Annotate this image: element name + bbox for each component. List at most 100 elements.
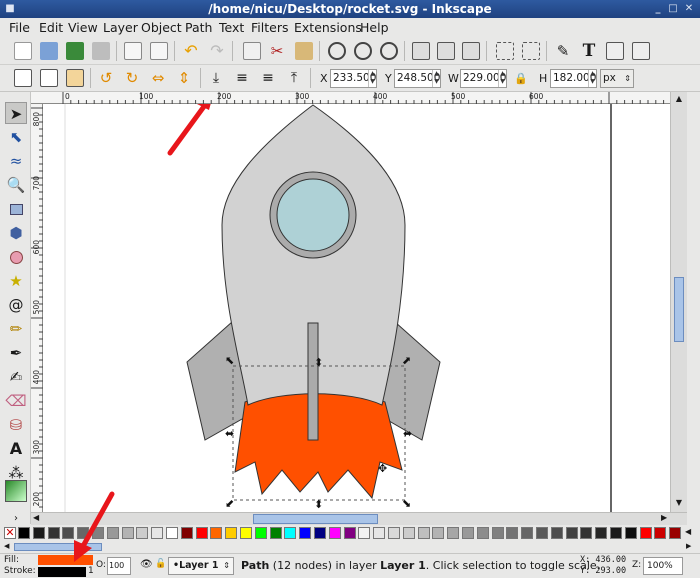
print-icon[interactable] xyxy=(92,42,110,60)
ellipse-icon[interactable] xyxy=(5,246,27,268)
vertical-scroll-thumb[interactable] xyxy=(674,277,684,342)
selector-icon[interactable]: ➤ xyxy=(5,102,27,124)
paste-icon[interactable] xyxy=(295,42,313,60)
calligraphy-icon[interactable]: ✍ xyxy=(5,366,27,388)
x-input[interactable]: 233.500 ▲ ▼ xyxy=(330,69,377,88)
menu-extensions[interactable]: Extensions xyxy=(294,20,362,35)
menu-edit[interactable]: Edit xyxy=(39,20,63,35)
maximize-icon[interactable]: □ xyxy=(667,3,679,15)
lock-proportions-icon[interactable]: 🔒 xyxy=(512,70,530,88)
new-document-icon[interactable] xyxy=(14,42,32,60)
palette-swatch[interactable] xyxy=(491,527,504,539)
zoom-drawing-icon[interactable] xyxy=(354,42,372,60)
copy-icon[interactable] xyxy=(243,42,261,60)
layer-select[interactable]: •Layer 1 ⇕ xyxy=(168,557,234,575)
palette-swatch[interactable] xyxy=(195,527,208,539)
h-input[interactable]: 182.000 ▲ ▼ xyxy=(550,69,597,88)
scroll-up-icon[interactable]: ▲ xyxy=(673,94,685,106)
palette-swatch[interactable] xyxy=(151,527,164,539)
xml-editor-icon[interactable] xyxy=(606,42,624,60)
unit-select[interactable]: px ⇕ xyxy=(600,69,634,88)
select-all-layers-icon[interactable] xyxy=(40,69,58,87)
zoom-selection-icon[interactable] xyxy=(328,42,346,60)
tweak-icon[interactable]: ≈ xyxy=(5,150,27,172)
center-bar[interactable] xyxy=(307,322,319,441)
palette-swatch[interactable] xyxy=(610,527,622,539)
vertical-ruler[interactable]: 800 700 600 500 400 300 200 xyxy=(31,104,43,512)
palette-swatch[interactable] xyxy=(358,527,371,539)
window-menu-icon[interactable]: ■ xyxy=(4,3,16,15)
handle-top-right[interactable]: ⬈ xyxy=(402,354,411,367)
deselect-icon[interactable] xyxy=(66,69,84,87)
menu-text[interactable]: Text xyxy=(219,20,244,35)
open-icon[interactable] xyxy=(40,42,58,60)
palette-swatch[interactable] xyxy=(536,527,548,539)
pen-icon[interactable]: ✒ xyxy=(5,342,27,364)
rectangle-icon[interactable] xyxy=(5,198,27,220)
vertical-scrollbar[interactable]: ▲ ▼ xyxy=(670,92,687,512)
lower-icon[interactable]: ≡ xyxy=(233,69,251,87)
palette-swatch[interactable] xyxy=(521,527,534,539)
pencil-icon[interactable]: ✏ xyxy=(5,318,27,340)
palette-swatch[interactable] xyxy=(210,527,223,539)
palette-swatch[interactable] xyxy=(373,527,386,539)
menu-view[interactable]: View xyxy=(68,20,98,35)
menu-path[interactable]: Path xyxy=(185,20,212,35)
raise-icon[interactable]: ≡ xyxy=(259,69,277,87)
handle-top[interactable]: ⬍ xyxy=(314,356,323,369)
menu-help[interactable]: Help xyxy=(360,20,389,35)
h-spinner[interactable]: ▲ ▼ xyxy=(588,70,596,87)
drawing-canvas[interactable]: ⬉ ⬍ ⬈ ⬌ ⬌ ⬋ ⬍ ⬊ ✥ xyxy=(43,104,670,512)
palette-swatch[interactable] xyxy=(639,527,652,539)
handle-top-left[interactable]: ⬉ xyxy=(225,354,234,367)
w-spinner[interactable]: ▲ ▼ xyxy=(498,70,506,87)
text-icon[interactable]: A xyxy=(5,438,27,460)
zoom-page-icon[interactable] xyxy=(380,42,398,60)
zoom-input[interactable]: 100% xyxy=(643,557,683,575)
node-icon[interactable]: ⬉ xyxy=(5,126,27,148)
close-icon[interactable]: ✕ xyxy=(683,3,695,15)
3d-box-icon[interactable]: ⬢ xyxy=(5,222,27,244)
cut-icon[interactable]: ✂ xyxy=(268,42,286,60)
handle-right[interactable]: ⬌ xyxy=(403,427,412,440)
palette-swatch[interactable] xyxy=(462,527,474,539)
import-icon[interactable] xyxy=(124,42,142,60)
ungroup-icon[interactable] xyxy=(522,42,540,60)
save-icon[interactable] xyxy=(66,42,84,60)
star-icon[interactable]: ★ xyxy=(5,270,27,292)
duplicate-icon[interactable] xyxy=(412,42,430,60)
lock-layer-icon[interactable]: 🔓 xyxy=(155,559,166,569)
handle-bottom-right[interactable]: ⬊ xyxy=(402,497,411,510)
flip-vertical-icon[interactable]: ⇕ xyxy=(175,69,193,87)
palette-swatch[interactable] xyxy=(476,527,489,539)
flip-horizontal-icon[interactable]: ⇔ xyxy=(149,69,167,87)
horizontal-ruler[interactable]: 0 100 200 300 400 500 600 xyxy=(31,92,670,104)
redo-icon[interactable]: ↷ xyxy=(208,42,226,60)
palette-swatch[interactable] xyxy=(506,527,519,539)
eraser-icon[interactable]: ⌫ xyxy=(5,390,27,412)
palette-swatch[interactable] xyxy=(654,527,667,539)
palette-swatch[interactable] xyxy=(624,527,637,539)
palette-swatch[interactable] xyxy=(284,527,297,539)
palette-menu-icon[interactable]: ◀ xyxy=(685,527,691,536)
palette-swatch[interactable] xyxy=(565,527,578,539)
palette-swatch[interactable] xyxy=(328,527,341,539)
palette-swatch[interactable] xyxy=(136,527,149,539)
scroll-down-icon[interactable]: ▼ xyxy=(673,498,685,510)
bucket-icon[interactable]: ⛁ xyxy=(5,414,27,436)
palette-swatch[interactable] xyxy=(388,527,400,539)
palette-swatch[interactable] xyxy=(254,527,267,539)
handle-bottom[interactable]: ⬍ xyxy=(314,498,323,511)
menu-filters[interactable]: Filters xyxy=(251,20,288,35)
menu-file[interactable]: File xyxy=(9,20,30,35)
palette-swatch[interactable] xyxy=(669,527,682,539)
palette-swatch[interactable] xyxy=(417,527,430,539)
handle-bottom-left[interactable]: ⬋ xyxy=(225,497,234,510)
palette-swatch[interactable] xyxy=(402,527,415,539)
zoom-icon[interactable]: 🔍 xyxy=(5,174,27,196)
visibility-eye-icon[interactable]: 👁 xyxy=(140,559,153,570)
lower-to-bottom-icon[interactable]: ⤓ xyxy=(207,69,225,87)
clone-icon[interactable] xyxy=(437,42,455,60)
y-input[interactable]: 248.500 ▲ ▼ xyxy=(394,69,441,88)
text-font-icon[interactable]: T xyxy=(580,42,598,60)
